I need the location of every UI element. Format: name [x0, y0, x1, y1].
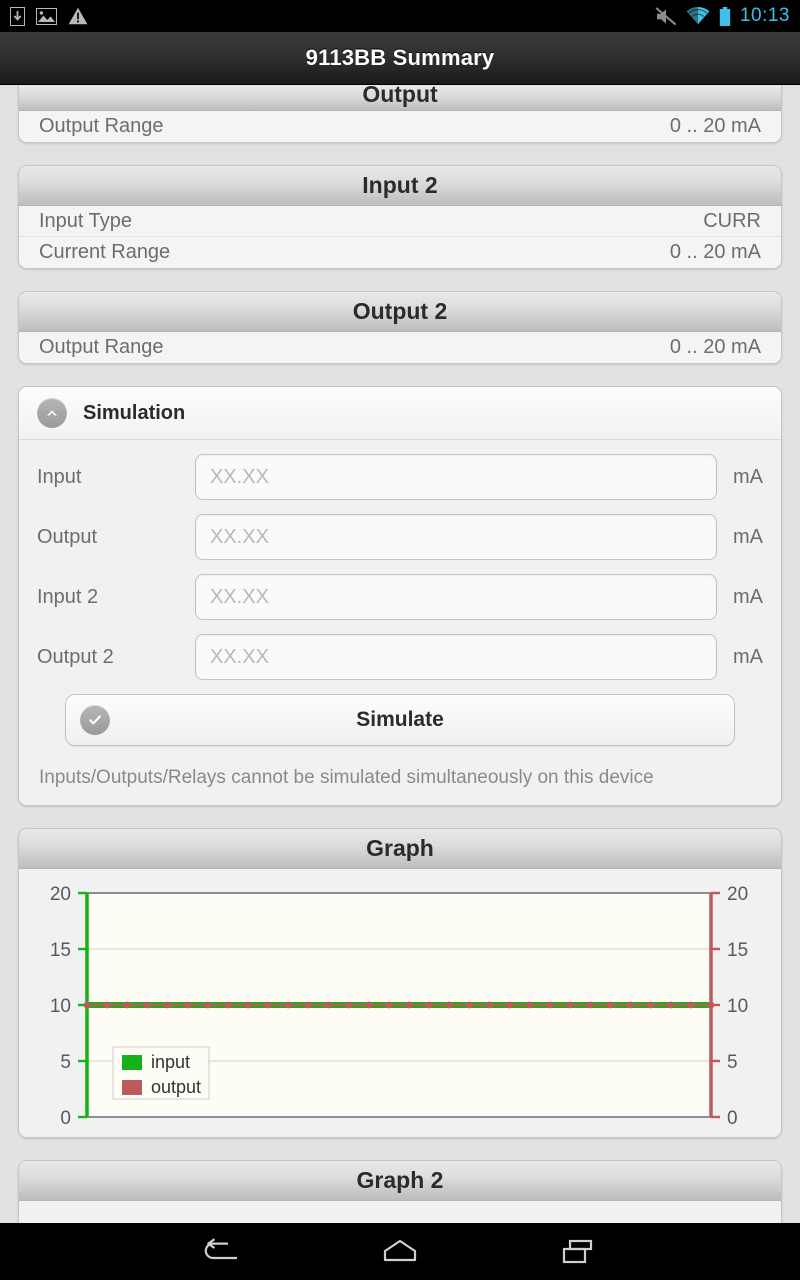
card-output: Output Output Range 0 .. 20 mA: [18, 85, 782, 143]
row-value: CURR: [703, 209, 761, 232]
svg-text:0: 0: [727, 1108, 738, 1129]
row-key: Output Range: [39, 115, 164, 137]
card-header: Output 2: [19, 292, 781, 332]
scroll-content[interactable]: Output Output Range 0 .. 20 mA Input 2 I…: [0, 85, 800, 1223]
page-title: 9113BB Summary: [305, 45, 495, 70]
table-row: Output Range 0 .. 20 mA: [19, 111, 781, 142]
card-input-2: Input 2 Input Type CURR Current Range 0 …: [18, 165, 782, 269]
input-field[interactable]: [195, 454, 717, 500]
field-unit: mA: [733, 525, 763, 548]
table-row: Current Range 0 .. 20 mA: [19, 237, 781, 268]
image-icon: [36, 7, 57, 25]
svg-text:output: output: [151, 1077, 201, 1097]
field-label: Output: [37, 525, 98, 548]
svg-text:15: 15: [727, 940, 748, 961]
svg-text:5: 5: [727, 1052, 738, 1073]
svg-text:10: 10: [727, 996, 748, 1017]
svg-text:10: 10: [50, 996, 71, 1017]
field-unit: mA: [733, 465, 763, 488]
simulation-body: Input mA Output mA Input 2 mA Output 2: [19, 440, 781, 750]
warning-icon: [68, 7, 88, 25]
simulation-title: Simulation: [83, 401, 186, 424]
svg-text:5: 5: [60, 1052, 71, 1073]
row-key: Output Range: [39, 336, 164, 358]
svg-text:0: 0: [60, 1108, 71, 1129]
field-label: Output 2: [37, 645, 114, 668]
simulate-button[interactable]: Simulate: [65, 694, 735, 746]
field-unit: mA: [733, 585, 763, 608]
app-root: 10:13 9113BB Summary Output Output Range…: [0, 0, 800, 1280]
battery-icon: [719, 6, 731, 26]
card-header: Output: [19, 85, 781, 111]
graph-2-body: [19, 1201, 781, 1223]
card-graph-2: Graph 2: [18, 1160, 782, 1223]
status-bar-clock: 10:13: [739, 5, 790, 26]
field-row-input: Input mA: [37, 454, 763, 500]
chevron-up-icon[interactable]: [37, 398, 67, 428]
card-header: Graph 2: [19, 1161, 781, 1201]
card-title: Graph: [366, 835, 434, 861]
field-label: Input 2: [37, 585, 99, 608]
output-field[interactable]: [195, 514, 717, 560]
mute-icon: [655, 6, 677, 25]
graph-plot[interactable]: 0 5 10 15 20 0 5 10 15 20 input output: [39, 879, 759, 1131]
wifi-icon: [686, 7, 710, 25]
card-title: Output 2: [352, 298, 448, 324]
table-row: Output Range 0 .. 20 mA: [19, 332, 781, 363]
svg-text:input: input: [151, 1052, 190, 1072]
title-bar: 9113BB Summary: [0, 32, 800, 85]
output-2-field[interactable]: [195, 634, 717, 680]
recents-icon[interactable]: [550, 1232, 606, 1272]
home-icon[interactable]: [372, 1232, 428, 1272]
card-title: Graph 2: [356, 1167, 444, 1193]
card-output-2: Output 2 Output Range 0 .. 20 mA: [18, 291, 782, 364]
input-2-field[interactable]: [195, 574, 717, 620]
simulation-note: Inputs/Outputs/Relays cannot be simulate…: [19, 750, 781, 805]
table-row: Input Type CURR: [19, 206, 781, 237]
card-title: Input 2: [362, 172, 438, 198]
row-key: Current Range: [39, 241, 171, 263]
download-icon: [10, 6, 25, 26]
back-icon[interactable]: [194, 1232, 250, 1272]
status-bar: 10:13: [0, 0, 800, 32]
svg-text:15: 15: [50, 940, 71, 961]
graph-body: 0 5 10 15 20 0 5 10 15 20 input output: [19, 869, 781, 1137]
android-nav-bar: [0, 1223, 800, 1280]
check-circle-icon: [80, 705, 110, 735]
field-row-input-2: Input 2 mA: [37, 574, 763, 620]
field-unit: mA: [733, 645, 763, 668]
status-bar-left-icons: [10, 6, 88, 26]
card-simulation: Simulation Input mA Output mA Input 2 mA: [18, 386, 782, 806]
simulate-button-label: Simulate: [356, 708, 444, 731]
field-label: Input: [37, 465, 82, 488]
field-row-output-2: Output 2 mA: [37, 634, 763, 680]
row-key: Input Type: [39, 209, 133, 232]
row-value: 0 .. 20 mA: [669, 115, 761, 137]
card-graph: Graph 0 5 10 15 20 0 5 10 15 20 input output: [18, 828, 782, 1138]
row-value: 0 .. 20 mA: [669, 336, 761, 358]
chart-svg: 0 5 10 15 20 0 5 10 15 20 input output: [50, 884, 748, 1129]
svg-text:20: 20: [727, 884, 748, 905]
svg-text:20: 20: [50, 884, 71, 905]
status-bar-right-icons: 10:13: [655, 5, 790, 27]
card-header: Input 2: [19, 166, 781, 206]
row-value: 0 .. 20 mA: [669, 241, 761, 263]
card-title: Output: [362, 85, 438, 107]
simulation-header[interactable]: Simulation: [19, 387, 781, 440]
field-row-output: Output mA: [37, 514, 763, 560]
card-header: Graph: [19, 829, 781, 869]
